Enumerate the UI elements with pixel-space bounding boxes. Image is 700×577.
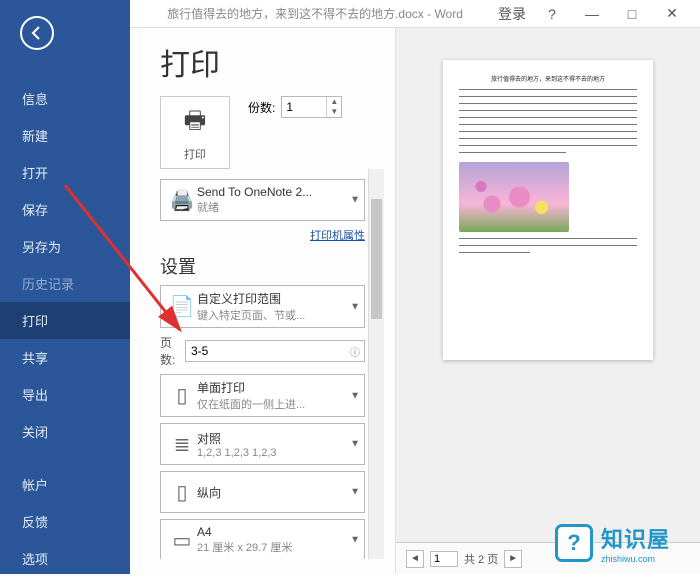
nav-history[interactable]: 历史记录 [0, 265, 130, 302]
next-page-button[interactable]: ► [504, 550, 522, 568]
sided-sub: 仅在纸面的一侧上进... [197, 396, 346, 412]
range-title: 自定义打印范围 [197, 290, 346, 307]
maximize-button[interactable]: □ [612, 6, 652, 22]
nav-export[interactable]: 导出 [0, 376, 130, 413]
preview-doc-title: 旅行值得去的地方，来到这不得不去的地方 [459, 74, 637, 83]
backstage-sidebar: 信息 新建 打开 保存 另存为 历史记录 打印 共享 导出 关闭 帐户 反馈 选… [0, 0, 130, 574]
prev-page-button[interactable]: ◄ [406, 550, 424, 568]
minimize-button[interactable]: — [572, 6, 612, 22]
help-button[interactable]: ? [532, 6, 572, 22]
collate-icon: ≣ [167, 429, 197, 459]
nav-list: 信息 新建 打开 保存 另存为 历史记录 打印 共享 导出 关闭 帐户 反馈 选… [0, 80, 130, 577]
copies-row: 份数: ▲ ▼ [248, 96, 342, 118]
sided-selector[interactable]: ▯ 单面打印 仅在纸面的一侧上进... ▼ [160, 374, 365, 417]
preview-canvas: 旅行值得去的地方，来到这不得不去的地方 [396, 28, 700, 542]
print-button[interactable]: 🖶 打印 [160, 96, 230, 169]
back-arrow-icon [29, 25, 45, 41]
watermark: ? 知识屋 zhishiwu.com [555, 522, 670, 564]
pages-row: 页数: ⓘ [160, 334, 365, 368]
page-range-icon: 📄 [167, 292, 197, 322]
single-side-icon: ▯ [167, 381, 197, 411]
document-title: 旅行值得去的地方，来到这不得不去的地方.docx - Word [138, 5, 492, 22]
title-bar: 旅行值得去的地方，来到这不得不去的地方.docx - Word 登录 ? — □… [130, 0, 700, 28]
print-settings-column: 打印 🖶 打印 份数: ▲ ▼ 🖨️ Send To OneNote 2... [130, 28, 395, 574]
copies-down[interactable]: ▼ [327, 107, 341, 117]
nav-new[interactable]: 新建 [0, 117, 130, 154]
print-content: 打印 🖶 打印 份数: ▲ ▼ 🖨️ Send To OneNote 2... [130, 28, 700, 574]
info-icon[interactable]: ⓘ [350, 344, 360, 359]
nav-open[interactable]: 打开 [0, 154, 130, 191]
pages-input[interactable] [185, 340, 365, 362]
nav-saveas[interactable]: 另存为 [0, 228, 130, 265]
page-title: 打印 [160, 40, 395, 84]
settings-scrollbar[interactable] [368, 169, 384, 559]
nav-feedback[interactable]: 反馈 [0, 503, 130, 540]
orientation-selector[interactable]: ▯ 纵向 ▼ [160, 471, 365, 513]
back-button[interactable] [20, 16, 54, 50]
collate-title: 对照 [197, 430, 346, 447]
printer-status: 就绪 [197, 199, 346, 215]
nav-options[interactable]: 选项 [0, 540, 130, 577]
preview-image-placeholder [459, 162, 569, 232]
chevron-down-icon: ▼ [350, 301, 360, 312]
paper-icon: ▭ [167, 525, 197, 555]
watermark-text: 知识屋 [601, 527, 670, 552]
nav-close[interactable]: 关闭 [0, 413, 130, 450]
collate-selector[interactable]: ≣ 对照 1,2,3 1,2,3 1,2,3 ▼ [160, 423, 365, 465]
portrait-icon: ▯ [167, 477, 197, 507]
close-button[interactable]: ✕ [652, 5, 692, 22]
nav-info[interactable]: 信息 [0, 80, 130, 117]
paper-title: A4 [197, 525, 346, 539]
paper-size-selector[interactable]: ▭ A4 21 厘米 x 29.7 厘米 ▼ [160, 519, 365, 559]
collate-sub: 1,2,3 1,2,3 1,2,3 [197, 447, 346, 459]
preview-page: 旅行值得去的地方，来到这不得不去的地方 [443, 60, 653, 360]
pages-label: 页数: [160, 334, 179, 368]
chevron-down-icon: ▼ [350, 535, 360, 546]
sided-title: 单面打印 [197, 379, 346, 396]
copies-input[interactable] [282, 97, 326, 117]
range-sub: 键入特定页面、节或... [197, 307, 346, 323]
printer-icon: 🖶 [161, 103, 229, 144]
print-button-label: 打印 [161, 146, 229, 162]
nav-share[interactable]: 共享 [0, 339, 130, 376]
paper-sub: 21 厘米 x 29.7 厘米 [197, 539, 346, 555]
login-button[interactable]: 登录 [492, 4, 532, 24]
print-preview-pane: 旅行值得去的地方，来到这不得不去的地方 ◄ 共 2 页 ► [395, 28, 700, 574]
scrollbar-thumb[interactable] [371, 199, 382, 319]
copies-label: 份数: [248, 99, 275, 116]
nav-print[interactable]: 打印 [0, 302, 130, 339]
print-range-selector[interactable]: 📄 自定义打印范围 键入特定页面、节或... ▼ [160, 285, 365, 328]
chevron-down-icon: ▼ [350, 487, 360, 498]
copies-spinner[interactable]: ▲ ▼ [281, 96, 342, 118]
nav-save[interactable]: 保存 [0, 191, 130, 228]
orient-title: 纵向 [197, 484, 346, 501]
watermark-url: zhishiwu.com [601, 554, 670, 564]
nav-account[interactable]: 帐户 [0, 466, 130, 503]
chevron-down-icon: ▼ [350, 390, 360, 401]
printer-selector[interactable]: 🖨️ Send To OneNote 2... 就绪 ▼ [160, 179, 365, 221]
chevron-down-icon: ▼ [350, 195, 360, 206]
page-total-label: 共 2 页 [464, 551, 498, 567]
watermark-icon: ? [555, 524, 593, 562]
chevron-down-icon: ▼ [350, 439, 360, 450]
copies-up[interactable]: ▲ [327, 97, 341, 107]
page-number-input[interactable] [430, 551, 458, 567]
printer-properties-link[interactable]: 打印机属性 [310, 230, 365, 242]
printer-device-icon: 🖨️ [167, 185, 197, 215]
printer-name: Send To OneNote 2... [197, 185, 346, 199]
settings-heading: 设置 [160, 253, 384, 279]
